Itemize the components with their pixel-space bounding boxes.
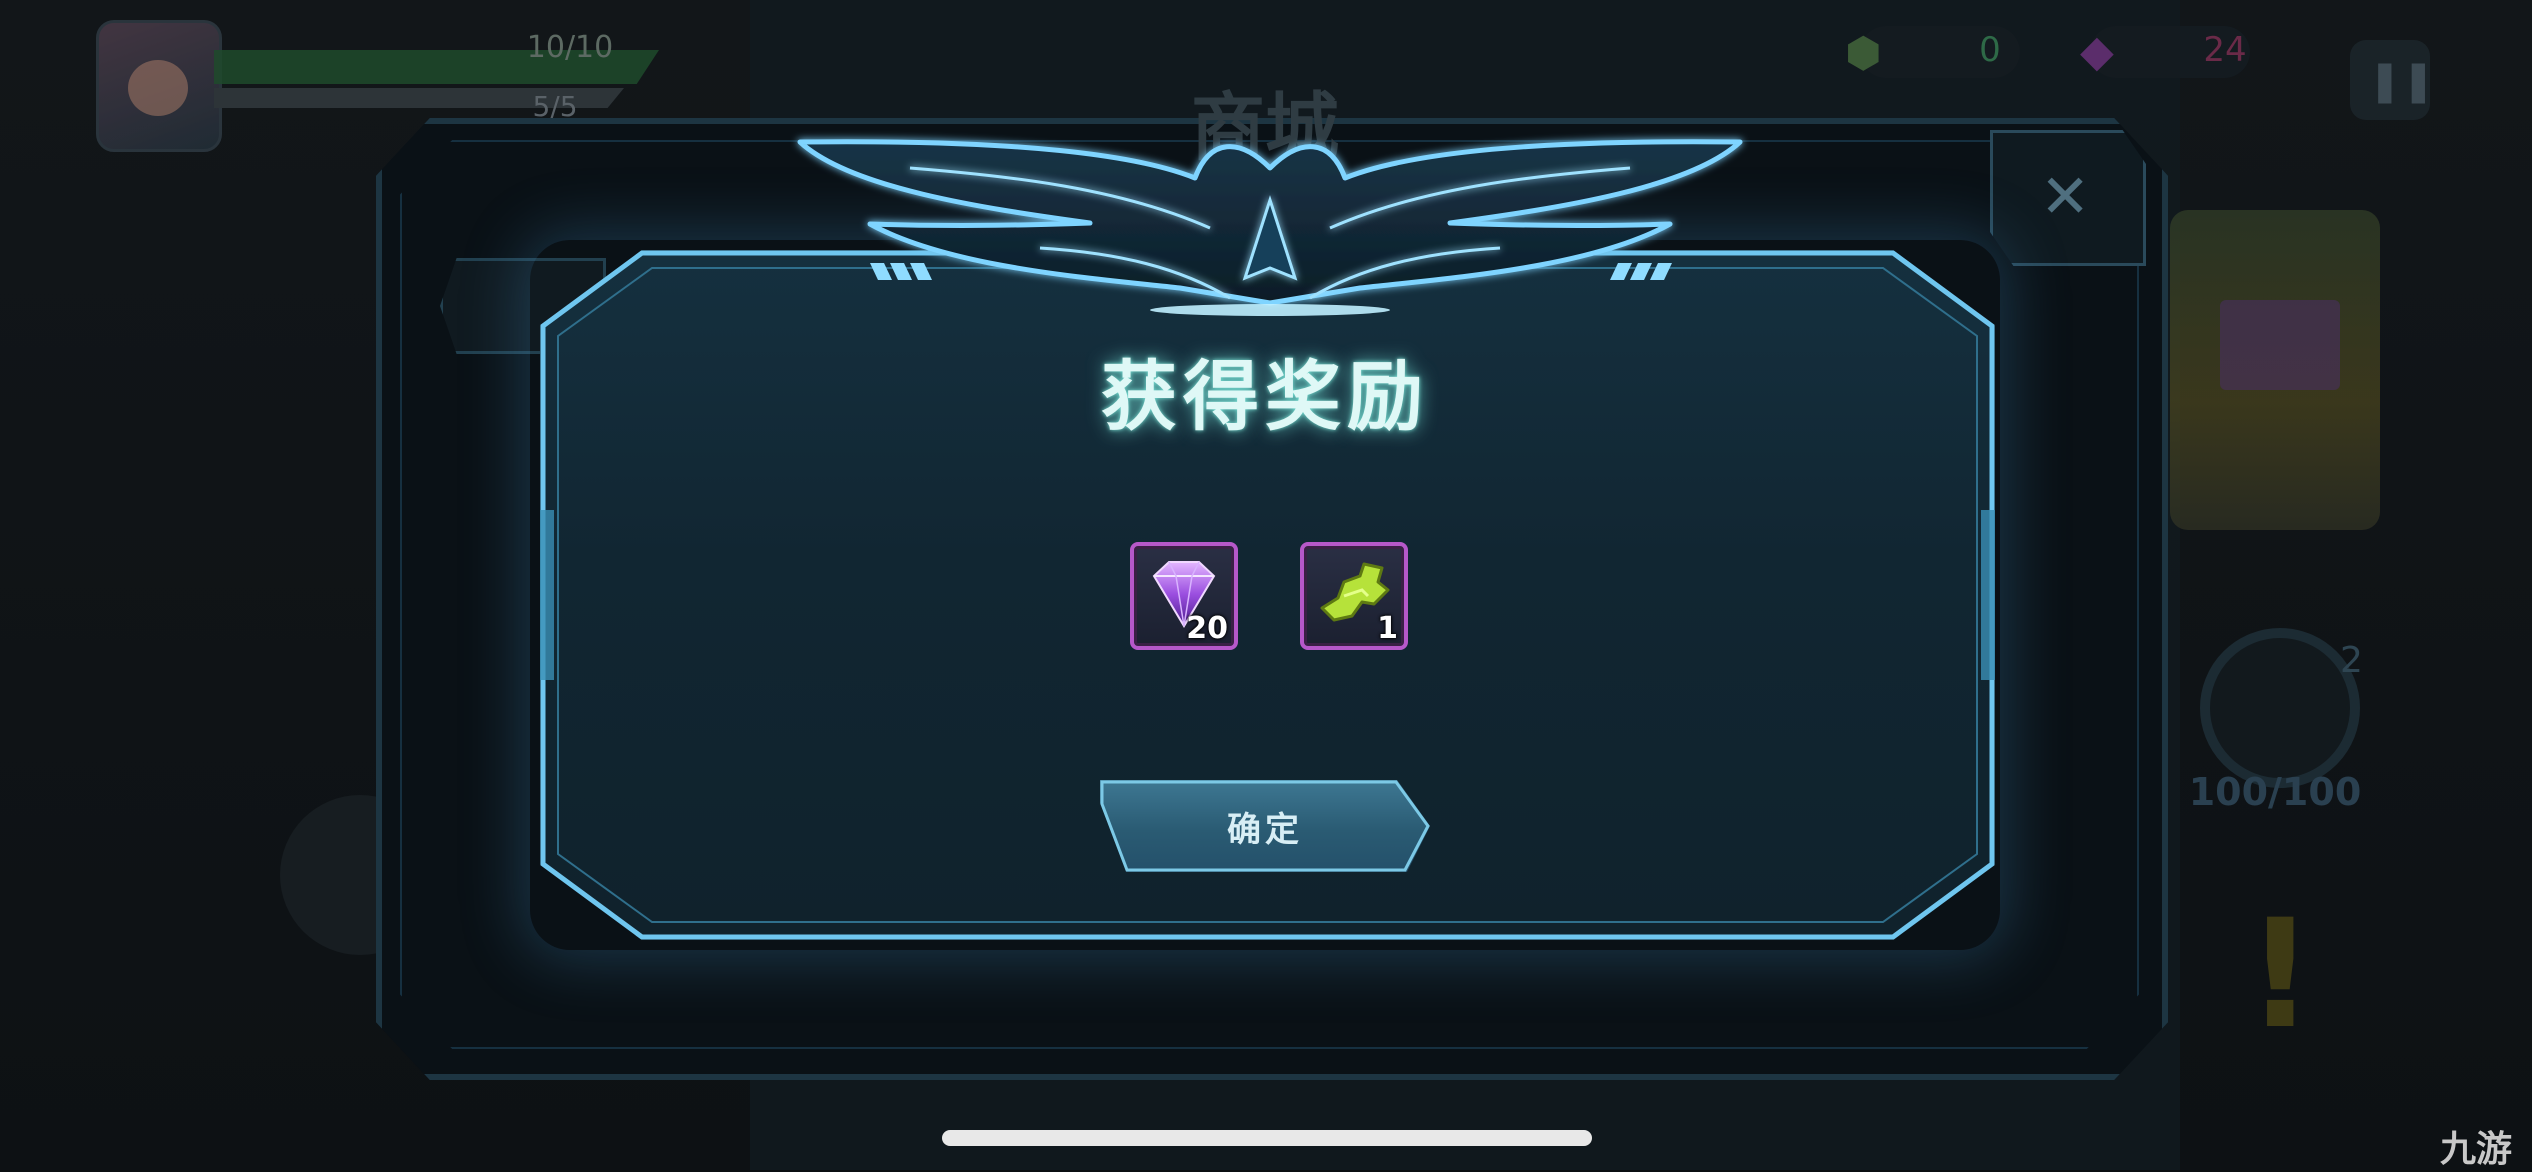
reward-count-gem: 20 bbox=[1186, 611, 1228, 646]
weapon-durability: 100/100 bbox=[2188, 770, 2362, 814]
gold-value: 0 bbox=[1979, 30, 2001, 70]
reward-item-weapon-part[interactable]: 1 bbox=[1300, 542, 1408, 650]
weapon-slot[interactable] bbox=[2200, 628, 2360, 788]
vending-machine-screen bbox=[2220, 300, 2340, 390]
reward-item-gem[interactable]: 20 bbox=[1130, 542, 1238, 650]
health-text: 10/10 bbox=[526, 30, 614, 65]
reward-count-part: 1 bbox=[1377, 611, 1398, 646]
eagle-wings-emblem bbox=[797, 139, 1743, 316]
gem-value: 24 bbox=[2203, 30, 2247, 70]
home-indicator[interactable] bbox=[942, 1130, 1592, 1146]
avatar-face bbox=[128, 60, 188, 116]
weapon-ammo-count: 2 bbox=[2340, 640, 2363, 681]
confirm-button-border bbox=[1100, 780, 1430, 872]
alert-icon[interactable]: ! bbox=[2246, 900, 2314, 1050]
gold-icon: ⬢ bbox=[1845, 28, 1882, 77]
pause-icon: ❚❚ bbox=[2368, 58, 2436, 104]
dialog-title: 获得奖励 bbox=[1101, 352, 1429, 441]
gem-icon: ◆ bbox=[2080, 26, 2114, 77]
watermark-logo: 九游 bbox=[2440, 1129, 2513, 1170]
close-icon: ✕ bbox=[2040, 162, 2091, 232]
